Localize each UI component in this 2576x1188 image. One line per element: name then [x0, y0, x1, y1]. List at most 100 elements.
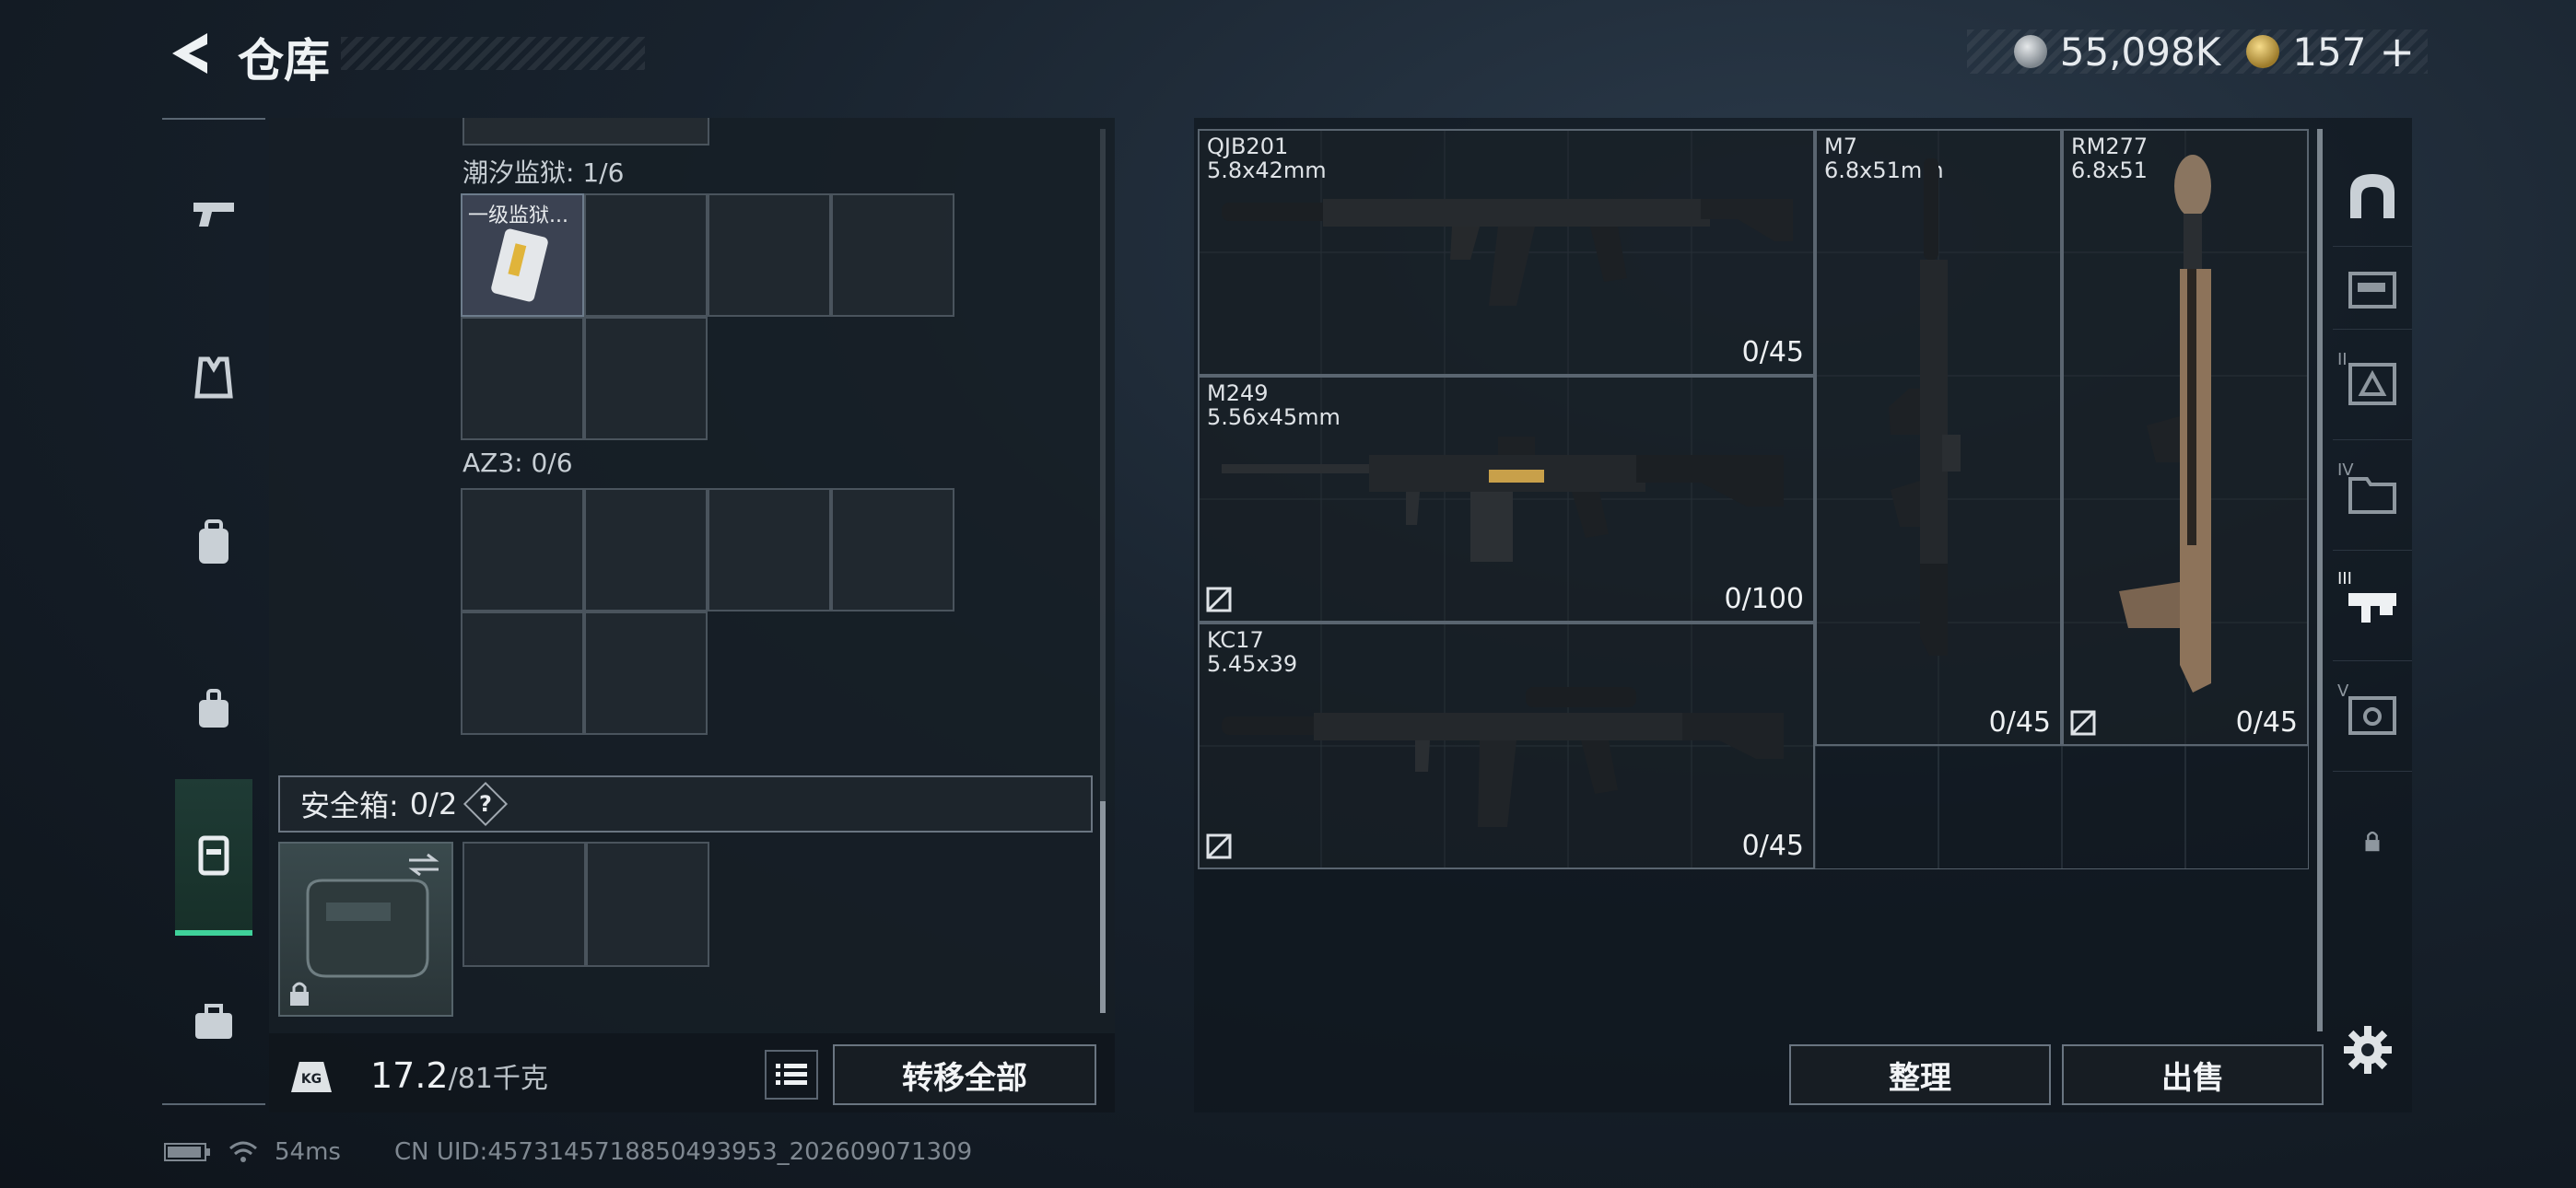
currency-bar: 55,098K 157 +	[1967, 27, 2428, 76]
weapon-ammo: 0/100	[1724, 583, 1804, 615]
wifi-icon	[229, 1141, 257, 1162]
nav-pouch[interactable]	[162, 654, 265, 764]
tier-iv-badge: IV	[2337, 460, 2402, 527]
grid1-label: 潮汐监狱: 1/6	[463, 157, 625, 188]
nav-safe-box[interactable]	[175, 779, 252, 936]
rail-tier-ii[interactable]: II	[2333, 330, 2412, 440]
grid-cell[interactable]	[831, 488, 954, 611]
title-decoration	[341, 37, 645, 70]
grid-cell[interactable]	[708, 488, 831, 611]
safe-box-cell[interactable]	[586, 842, 709, 967]
list-view-button[interactable]	[765, 1050, 818, 1100]
rail-all[interactable]	[2333, 146, 2412, 247]
nav-toolbox[interactable]	[162, 967, 265, 1077]
weapon-name: M249 5.56x45mm	[1207, 380, 1341, 430]
safe-box-label: 安全箱:	[300, 788, 399, 823]
weight-display: 17.2/81千克	[370, 1055, 548, 1096]
ping-value: 54ms	[275, 1138, 341, 1166]
triangle-case-icon	[2348, 362, 2396, 405]
safe-case-icon	[306, 879, 429, 978]
grid-cell[interactable]	[584, 193, 708, 317]
arch-icon	[2350, 173, 2395, 218]
currency-primary: 55,098K	[2059, 29, 2221, 75]
weapon-slot-m7[interactable]: M7 6.8x51mm 0/45	[1815, 129, 2062, 746]
safe-box-icon	[198, 835, 229, 876]
safe-box-cell[interactable]	[463, 842, 586, 967]
weapon-name: QJB201 5.8x42mm	[1207, 134, 1327, 183]
weapon-grid: QJB201 5.8x42mm 0/45 M249 5.56x45mm 0/100 …	[1198, 129, 2309, 869]
rifle-image	[1222, 687, 1784, 827]
category-sidebar	[162, 118, 265, 1105]
swap-icon[interactable]	[405, 851, 442, 879]
nav-backpack[interactable]	[162, 488, 265, 599]
grid-cell[interactable]	[584, 488, 708, 611]
rail-pistol[interactable]	[2333, 247, 2412, 330]
safe-box-count: 0/2	[409, 786, 458, 821]
weight-capacity: /81千克	[448, 1063, 548, 1095]
lmg-image	[1222, 437, 1784, 562]
grid-cell[interactable]	[461, 488, 584, 611]
rifle-vertical-image	[1889, 158, 1961, 656]
sell-button[interactable]: 出售	[2062, 1044, 2324, 1105]
left-scroll-thumb[interactable]	[1100, 801, 1106, 1013]
weapon-ammo: 0/45	[2235, 706, 2298, 739]
weapon-name: KC17 5.45x39	[1207, 627, 1298, 677]
weapon-slot-rm277[interactable]: RM277 6.8x51 0/45	[2062, 129, 2309, 746]
rail-tier-iv[interactable]: IV	[2333, 440, 2412, 551]
grid-cell[interactable]	[461, 317, 584, 440]
page-title: 仓库	[238, 34, 330, 87]
weapon-category-rail: II IV III V	[2333, 118, 2412, 1112]
help-icon: ?	[479, 790, 493, 817]
silver-coin-icon	[2013, 35, 2047, 68]
weapon-ammo: 0/45	[1988, 706, 2051, 739]
pouch-icon	[199, 689, 228, 728]
settings-gear-icon[interactable]	[2340, 1022, 2395, 1077]
grid-cell[interactable]	[584, 611, 708, 735]
tier-ii-badge: II	[2337, 350, 2402, 416]
sort-button[interactable]: 整理	[1789, 1044, 2051, 1105]
rifle-image	[1222, 199, 1793, 306]
grid2-label: AZ3: 0/6	[463, 448, 573, 478]
tier-v-badge: V	[2337, 681, 2402, 748]
partial-item-slot	[463, 118, 709, 146]
pistol-icon	[193, 203, 234, 227]
safe-box-bar: 安全箱: 0/2 ?	[278, 775, 1093, 833]
help-button[interactable]: ?	[463, 781, 509, 827]
grid-cell[interactable]	[461, 611, 584, 735]
weapon-ammo: 0/45	[1741, 336, 1804, 368]
grid-cell[interactable]	[708, 193, 831, 317]
armor-vest-icon	[194, 356, 233, 399]
rail-tier-iii[interactable]: III	[2333, 551, 2412, 661]
safe-box-item[interactable]	[278, 842, 453, 1017]
transfer-all-button[interactable]: 转移全部	[833, 1044, 1096, 1105]
status-bar: 54ms CN UID:4573145718850493953_20260907…	[164, 1138, 972, 1166]
grid-cell[interactable]	[584, 317, 708, 440]
weapon-slot-qjb201[interactable]: QJB201 5.8x42mm 0/45	[1198, 129, 1815, 376]
no-attachment-icon	[1206, 833, 1232, 859]
keycard-icon	[491, 228, 548, 302]
rail-locked[interactable]	[2333, 772, 2412, 910]
currency-secondary: 157	[2292, 29, 2367, 75]
equipment-case-icon	[2348, 695, 2396, 735]
rifle-vertical-image	[2119, 155, 2211, 693]
grid2	[461, 488, 956, 737]
weight-value: 17.2	[370, 1055, 449, 1096]
weapon-slot-kc17[interactable]: KC17 5.45x39 0/45	[1198, 623, 1815, 869]
tier-iii-badge: III	[2337, 569, 2402, 637]
back-icon[interactable]	[161, 26, 217, 81]
weapon-slot-m249[interactable]: M249 5.56x45mm 0/100	[1198, 376, 1815, 623]
no-attachment-icon	[2070, 710, 2096, 736]
rail-tier-v[interactable]: V	[2333, 661, 2412, 772]
lock-icon	[2365, 831, 2380, 852]
item-prison-card[interactable]: 一级监狱...	[461, 193, 584, 317]
battery-icon	[164, 1143, 210, 1161]
add-currency-button[interactable]: +	[2379, 27, 2415, 76]
no-attachment-icon	[1206, 587, 1232, 612]
nav-pistol[interactable]	[162, 157, 265, 267]
grid-cell[interactable]	[831, 193, 954, 317]
lock-icon	[290, 982, 309, 1006]
handgun-case-icon	[2348, 271, 2396, 309]
list-icon	[776, 1064, 807, 1085]
nav-armor[interactable]	[162, 322, 265, 433]
right-scrollbar[interactable]	[2317, 129, 2323, 1031]
